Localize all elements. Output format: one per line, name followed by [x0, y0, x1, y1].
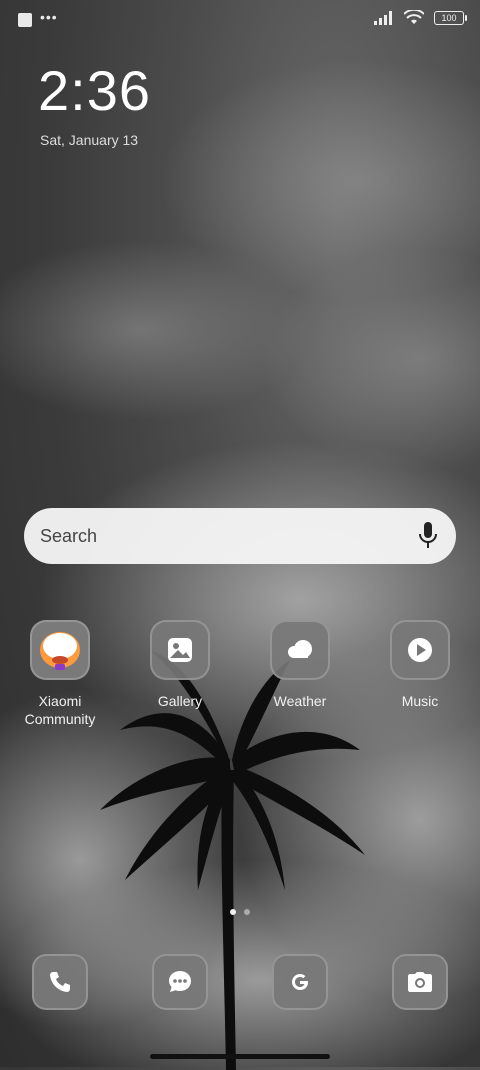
music-icon[interactable] — [390, 620, 450, 680]
weather-icon[interactable] — [270, 620, 330, 680]
home-indicator[interactable] — [150, 1054, 330, 1059]
phone-icon[interactable] — [32, 954, 88, 1010]
app-xiaomi-community[interactable]: Xiaomi Community — [5, 620, 115, 728]
camera-icon[interactable] — [392, 954, 448, 1010]
battery-level: 100 — [441, 13, 457, 23]
app-music[interactable]: Music — [365, 620, 475, 728]
messages-icon[interactable] — [152, 954, 208, 1010]
notification-square-icon — [18, 13, 32, 27]
app-label-weather: Weather — [273, 693, 327, 709]
microphone-icon[interactable] — [418, 522, 438, 550]
search-bar[interactable]: Search — [24, 508, 456, 564]
gallery-icon[interactable] — [150, 620, 210, 680]
app-label-xiaomi-community: Xiaomi Community — [24, 693, 96, 727]
more-notifications-icon: ••• — [40, 9, 58, 25]
app-label-gallery: Gallery — [157, 693, 203, 709]
status-bar: ••• 100 — [0, 0, 480, 40]
page-dot — [244, 909, 250, 915]
dock — [0, 954, 480, 1010]
search-label: Search — [40, 526, 98, 546]
app-weather[interactable]: Weather — [245, 620, 355, 728]
battery-indicator: 100 — [434, 11, 467, 25]
google-icon[interactable] — [272, 954, 328, 1010]
page-indicator — [0, 909, 480, 915]
signal-icon — [374, 11, 392, 25]
page-dot-active — [230, 909, 236, 915]
app-gallery[interactable]: Gallery — [125, 620, 235, 728]
app-grid: Xiaomi Community Gallery Weather Music — [0, 620, 480, 728]
wifi-icon — [404, 10, 424, 24]
app-label-music: Music — [401, 693, 439, 709]
lockscreen-time: 2:36 — [38, 59, 151, 122]
xiaomi-community-icon[interactable] — [30, 620, 90, 680]
lockscreen-date: Sat, January 13 — [40, 132, 139, 148]
